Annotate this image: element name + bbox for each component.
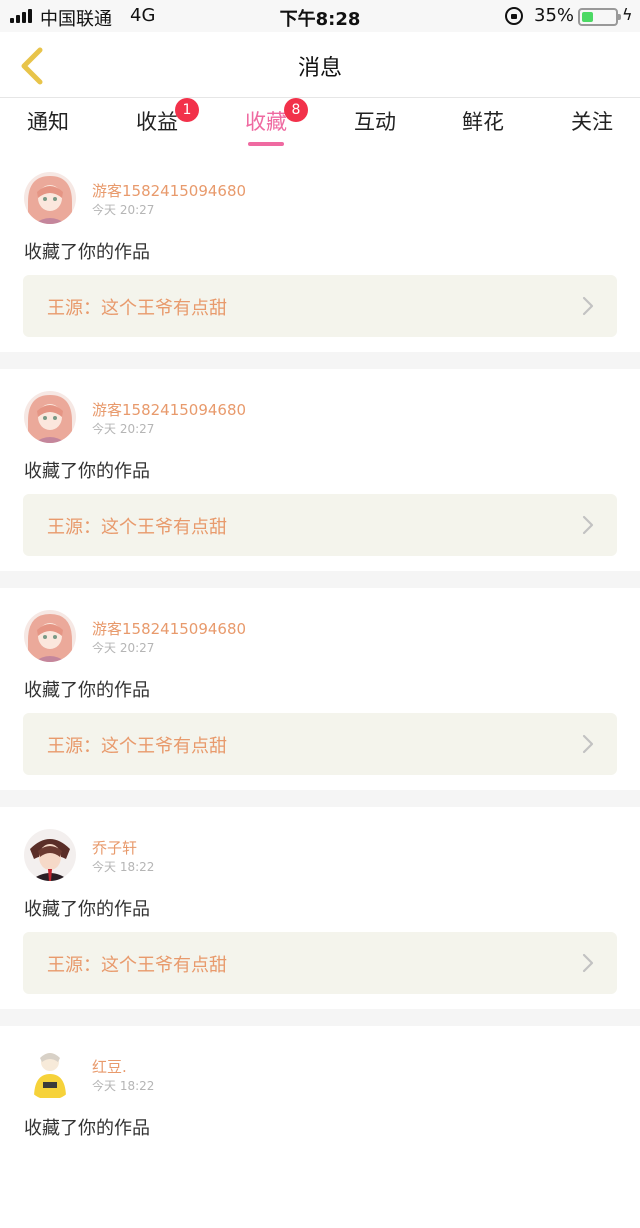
work-title: 王源：这个王爷有点甜	[47, 955, 227, 976]
charging-icon: ϟ	[622, 5, 633, 24]
chevron-right-icon	[581, 295, 595, 317]
nav-bar: 消息	[0, 32, 640, 98]
timestamp: 今天 18:22	[92, 860, 155, 874]
battery-percent: 35%	[534, 5, 575, 26]
action-text: 收藏了你的作品	[24, 242, 150, 263]
chevron-right-icon	[581, 733, 595, 755]
tab-2[interactable]: 收藏 8	[226, 98, 308, 146]
card-divider	[0, 352, 640, 369]
work-title: 王源：这个王爷有点甜	[47, 736, 227, 757]
tab-label: 收益	[136, 110, 178, 134]
tab-5[interactable]: 关注	[552, 106, 632, 136]
timestamp: 今天 20:27	[92, 422, 155, 436]
tab-bar: 通知 收益 1 收藏 8 互动 鲜花 关注	[0, 98, 640, 150]
message-card: 红豆. 今天 18:22 收藏了你的作品	[0, 1026, 640, 1228]
tab-label: 互动	[354, 110, 396, 134]
message-feed: 游客1582415094680 今天 20:27 收藏了你的作品 王源：这个王爷有点甜…	[0, 150, 640, 1228]
action-text: 收藏了你的作品	[24, 899, 150, 920]
tab-1[interactable]: 收益 1	[117, 98, 199, 136]
chevron-right-icon	[581, 514, 595, 536]
action-text: 收藏了你的作品	[24, 461, 150, 482]
work-link[interactable]: 王源：这个王爷有点甜	[23, 932, 617, 994]
tab-3[interactable]: 互动	[335, 106, 415, 136]
username[interactable]: 乔子轩	[92, 837, 137, 858]
timestamp: 今天 18:22	[92, 1079, 155, 1093]
tab-4[interactable]: 鲜花	[443, 106, 523, 136]
work-link[interactable]: 王源：这个王爷有点甜	[23, 275, 617, 337]
yellow-character-avatar[interactable]	[24, 1048, 76, 1100]
work-link[interactable]: 王源：这个王爷有点甜	[23, 494, 617, 556]
action-text: 收藏了你的作品	[24, 680, 150, 701]
tab-label: 通知	[27, 110, 69, 134]
battery-icon	[578, 8, 621, 26]
message-card: 乔子轩今天 18:22 收藏了你的作品王源：这个王爷有点甜	[0, 807, 640, 1009]
username[interactable]: 红豆.	[92, 1056, 127, 1077]
tab-label: 收藏	[245, 110, 287, 134]
anime-boy-avatar[interactable]	[24, 829, 76, 881]
anime-girl-avatar[interactable]	[24, 391, 76, 443]
active-tab-indicator	[248, 142, 284, 146]
orientation-lock-icon	[505, 7, 523, 25]
timestamp: 今天 20:27	[92, 641, 155, 655]
message-card: 游客1582415094680 今天 20:27 收藏了你的作品王源：这个王爷有点甜	[0, 588, 640, 790]
username[interactable]: 游客1582415094680	[92, 618, 246, 639]
battery-fill	[582, 12, 594, 22]
status-bar: 中国联通 4G 下午8:28 35% ϟ	[0, 0, 640, 32]
action-text: 收藏了你的作品	[24, 1118, 150, 1139]
anime-girl-avatar[interactable]	[24, 172, 76, 224]
tab-label: 关注	[571, 110, 613, 134]
username[interactable]: 游客1582415094680	[92, 180, 246, 201]
message-card: 游客1582415094680 今天 20:27 收藏了你的作品王源：这个王爷有点甜	[0, 369, 640, 571]
tab-label: 鲜花	[462, 110, 504, 134]
work-title: 王源：这个王爷有点甜	[47, 517, 227, 538]
chevron-right-icon	[581, 952, 595, 974]
page-title: 消息	[297, 56, 342, 81]
card-divider	[0, 571, 640, 588]
timestamp: 今天 20:27	[92, 203, 155, 217]
message-card: 游客1582415094680 今天 20:27 收藏了你的作品王源：这个王爷有点甜	[0, 150, 640, 352]
card-divider	[0, 790, 640, 807]
unread-badge: 1	[175, 98, 199, 122]
anime-girl-avatar[interactable]	[24, 610, 76, 662]
username[interactable]: 游客1582415094680	[92, 399, 246, 420]
card-divider	[0, 1009, 640, 1026]
work-title: 王源：这个王爷有点甜	[47, 298, 227, 319]
unread-badge: 8	[284, 98, 308, 122]
work-link[interactable]: 王源：这个王爷有点甜	[23, 713, 617, 775]
tab-0[interactable]: 通知	[8, 106, 88, 136]
